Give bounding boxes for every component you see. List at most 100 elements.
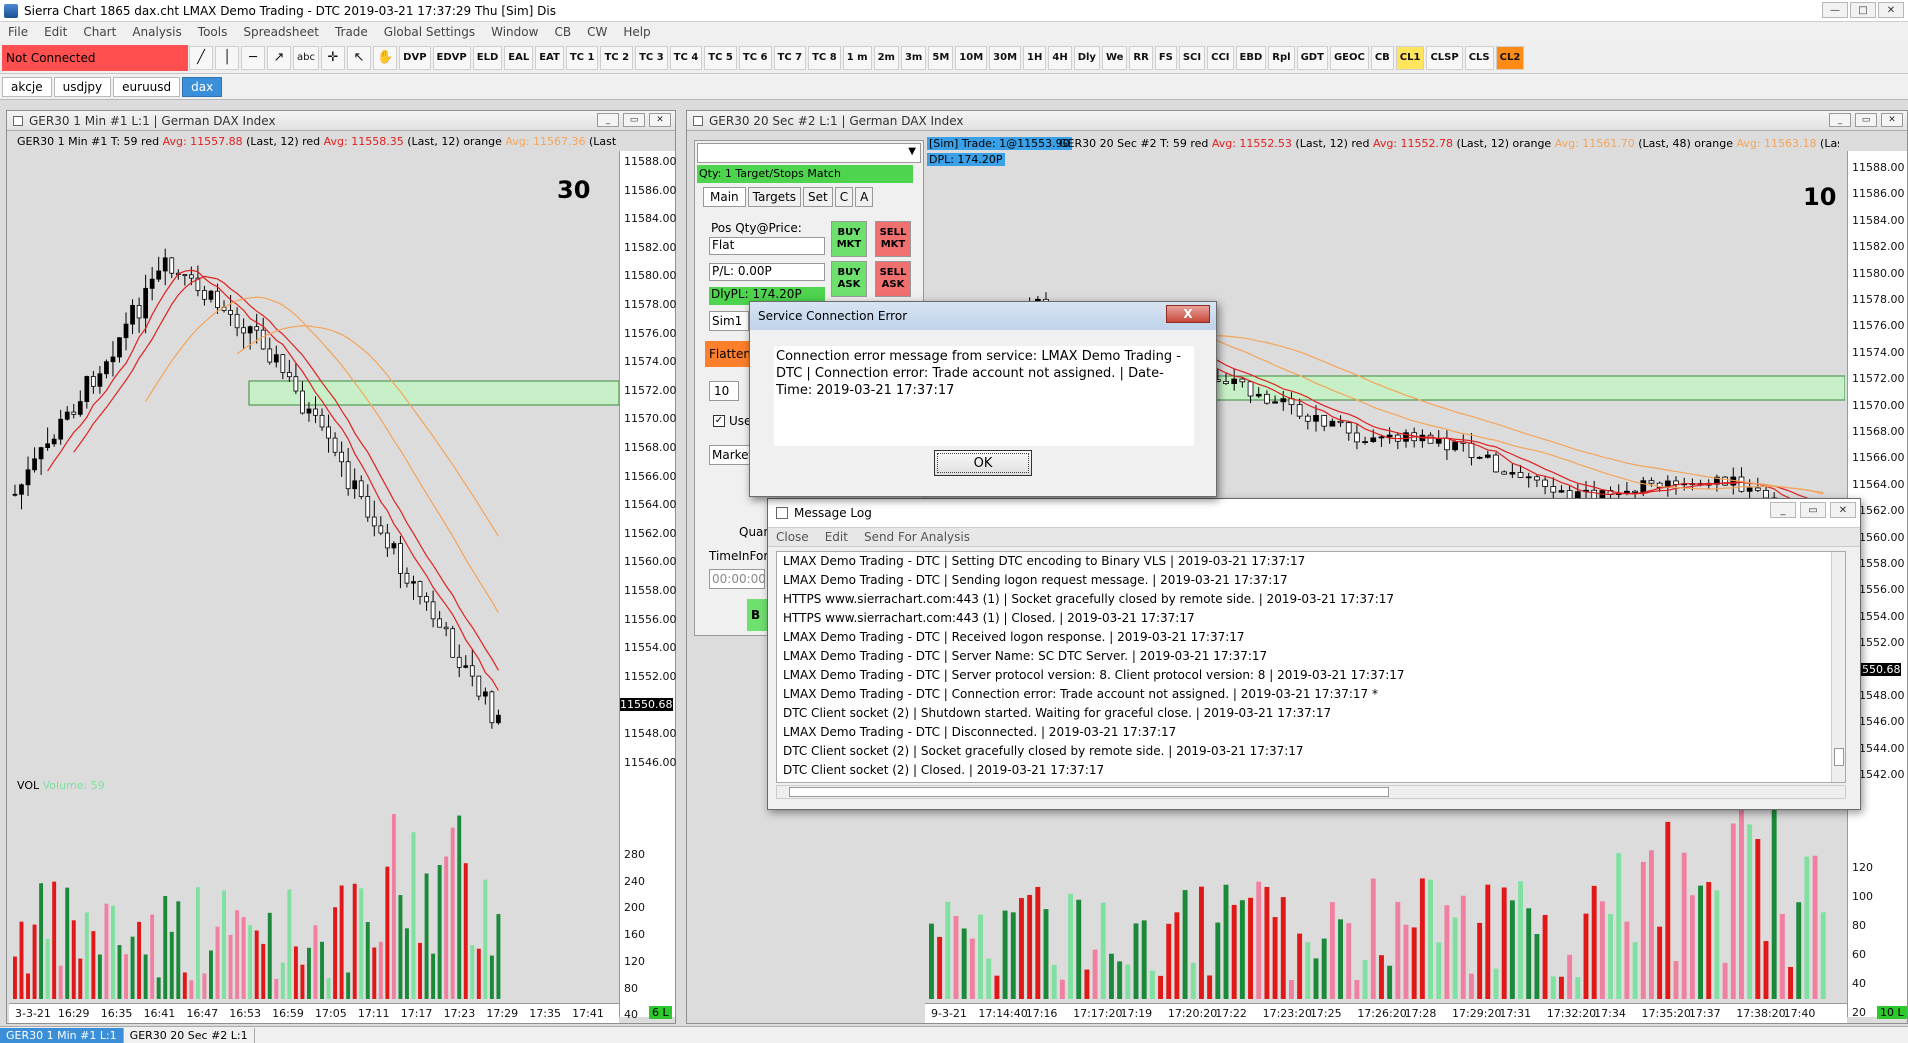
toolbar-rr-button[interactable]: RR	[1129, 45, 1153, 70]
menu-spreadsheet[interactable]: Spreadsheet	[235, 25, 327, 39]
chart2-close-button[interactable]: ✕	[1881, 113, 1903, 127]
log-minimize-button[interactable]: _	[1770, 502, 1796, 518]
toolbar-tc-2-button[interactable]: TC 2	[600, 45, 634, 70]
toolbar-3m-button[interactable]: 3m	[900, 45, 927, 70]
time-field[interactable]: 00:00:00	[709, 569, 766, 589]
toolbar-cb-button[interactable]: CB	[1370, 45, 1394, 70]
tab-a[interactable]: A	[855, 187, 874, 207]
crosshair-icon[interactable]: ✛	[320, 45, 345, 70]
toolbar-4h-button[interactable]: 4H	[1048, 45, 1072, 70]
ray-icon[interactable]: ↗	[267, 45, 291, 70]
use-checkbox[interactable]: ✓	[713, 415, 725, 427]
symbol-dropdown[interactable]: ▼	[697, 143, 921, 163]
chart1-restore-button[interactable]: ▭	[623, 113, 645, 127]
tab-main[interactable]: Main	[703, 187, 746, 207]
vertical-line-icon[interactable]: │	[215, 45, 239, 70]
toolbar-we-button[interactable]: We	[1101, 45, 1128, 70]
chart2-restore-button[interactable]: ▭	[1855, 113, 1877, 127]
menu-cw[interactable]: CW	[579, 25, 615, 39]
toolbar-eld-button[interactable]: ELD	[472, 45, 503, 70]
menu-analysis[interactable]: Analysis	[124, 25, 189, 39]
log-menu-send-analysis[interactable]: Send For Analysis	[856, 530, 978, 544]
hand-icon[interactable]: ✋	[372, 45, 398, 70]
chart2-minimize-button[interactable]: _	[1829, 113, 1851, 127]
tab-c[interactable]: C	[834, 187, 854, 207]
ok-button[interactable]: OK	[934, 450, 1032, 476]
toolbar-eal-button[interactable]: EAL	[504, 45, 534, 70]
minimize-button[interactable]: —	[1822, 2, 1848, 18]
toolbar-tc-3-button[interactable]: TC 3	[635, 45, 668, 70]
toolbar-ebd-button[interactable]: EBD	[1235, 45, 1267, 70]
horizontal-line-icon[interactable]: ─	[241, 45, 265, 70]
log-restore-button[interactable]: ▭	[1800, 502, 1826, 518]
toolbar-1-m-button[interactable]: 1 m	[842, 45, 872, 70]
status-chart1[interactable]: GER30 1 Min #1 L:1	[0, 1027, 124, 1043]
toolbar-tc-1-button[interactable]: TC 1	[565, 45, 599, 70]
menu-trade[interactable]: Trade	[327, 25, 376, 39]
chart1-close-button[interactable]: ✕	[649, 113, 671, 127]
menu-chart[interactable]: Chart	[75, 25, 124, 39]
toolbar-cls-button[interactable]: CLS	[1464, 45, 1494, 70]
log-menu-edit[interactable]: Edit	[817, 530, 856, 544]
toolbar-dvp-button[interactable]: DVP	[399, 45, 431, 70]
dialog-close-button[interactable]: X	[1166, 305, 1210, 323]
quantity-field[interactable]: 10	[709, 381, 739, 401]
toolbar-10m-button[interactable]: 10M	[955, 45, 988, 70]
toolbar-clsp-button[interactable]: CLSP	[1426, 45, 1463, 70]
pointer-icon[interactable]: ↖	[346, 45, 371, 70]
menu-help[interactable]: Help	[615, 25, 658, 39]
message-log-list[interactable]: LMAX Demo Trading - DTC | Setting DTC en…	[776, 551, 1846, 783]
toolbar-fs-button[interactable]: FS	[1154, 45, 1177, 70]
toolbar-tc-6-button[interactable]: TC 6	[738, 45, 772, 70]
chart1-plot[interactable]	[9, 151, 619, 1011]
toolbar-1h-button[interactable]: 1H	[1023, 45, 1047, 70]
status-chart2[interactable]: GER30 20 Sec #2 L:1	[124, 1027, 255, 1043]
buy-button-partial[interactable]: B	[747, 599, 769, 631]
chart1-minimize-button[interactable]: _	[597, 113, 619, 127]
menu-cb[interactable]: CB	[546, 25, 579, 39]
toolbar-rpl-button[interactable]: Rpl	[1268, 45, 1295, 70]
toolbar-gdt-button[interactable]: GDT	[1296, 45, 1328, 70]
toolbar-30m-button[interactable]: 30M	[989, 45, 1022, 70]
toolbar-geoc-button[interactable]: GEOC	[1329, 45, 1369, 70]
buy-market-button[interactable]: BUY MKT	[831, 221, 867, 257]
toolbar-5m-button[interactable]: 5M	[928, 45, 954, 70]
tab-usdjpy[interactable]: usdjpy	[53, 76, 112, 97]
flatten-button[interactable]: Flatten	[705, 341, 755, 367]
toolbar-2m-button[interactable]: 2m	[873, 45, 899, 70]
chart1-price-axis[interactable]: 11588.00 11586.00 11584.00 11582.00 11580.00…	[619, 151, 677, 1021]
menu-tools[interactable]: Tools	[190, 25, 236, 39]
log-close-button[interactable]: ✕	[1830, 502, 1856, 518]
connection-status[interactable]: Not Connected	[2, 44, 188, 71]
tab-akcje[interactable]: akcje	[2, 76, 52, 97]
text-tool-button[interactable]: abc	[293, 45, 319, 70]
toolbar-tc-4-button[interactable]: TC 4	[669, 45, 703, 70]
maximize-button[interactable]: □	[1850, 2, 1876, 18]
horizontal-scrollbar[interactable]	[776, 785, 1846, 799]
close-button[interactable]: ✕	[1878, 2, 1904, 18]
toolbar-tc-7-button[interactable]: TC 7	[773, 45, 807, 70]
sell-ask-button[interactable]: SELL ASK	[875, 261, 911, 297]
log-menu-close[interactable]: Close	[768, 530, 817, 544]
toolbar-tc-5-button[interactable]: TC 5	[704, 45, 737, 70]
line-tool-icon[interactable]: ╱	[189, 45, 213, 70]
menu-window[interactable]: Window	[483, 25, 546, 39]
tab-dax[interactable]: dax	[182, 76, 223, 97]
toolbar-edvp-button[interactable]: EDVP	[432, 45, 471, 70]
toolbar-dly-button[interactable]: Dly	[1073, 45, 1100, 70]
menu-global-settings[interactable]: Global Settings	[376, 25, 483, 39]
toolbar-cl2-button[interactable]: CL2	[1495, 45, 1525, 70]
vertical-scrollbar[interactable]	[1831, 552, 1845, 782]
buy-ask-button[interactable]: BUY ASK	[831, 261, 867, 297]
sell-market-button[interactable]: SELL MKT	[875, 221, 911, 257]
tab-set[interactable]: Set	[803, 187, 833, 207]
menu-edit[interactable]: Edit	[36, 25, 75, 39]
tab-euruusd[interactable]: euruusd	[113, 76, 181, 97]
tab-targets[interactable]: Targets	[747, 187, 802, 207]
menu-file[interactable]: File	[0, 25, 36, 39]
toolbar-sci-button[interactable]: SCI	[1178, 45, 1206, 70]
toolbar-cci-button[interactable]: CCI	[1207, 45, 1234, 70]
toolbar-cl1-button[interactable]: CL1	[1395, 45, 1425, 70]
account-field[interactable]: Sim1	[709, 311, 749, 331]
toolbar-tc-8-button[interactable]: TC 8	[808, 45, 841, 70]
